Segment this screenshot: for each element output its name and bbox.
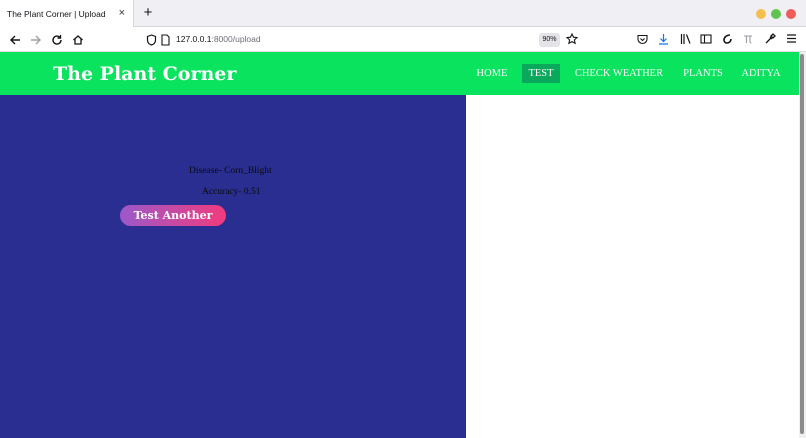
page-scrollbar[interactable] (799, 52, 806, 438)
url-path: :8000/upload (211, 34, 261, 44)
eyedropper-icon[interactable] (764, 33, 776, 45)
browser-tab-bar: The Plant Corner | Upload × + (0, 0, 806, 27)
zoom-level[interactable]: 90% (539, 33, 560, 47)
download-icon[interactable] (658, 33, 669, 45)
maximize-window-icon[interactable] (771, 9, 781, 19)
home-button[interactable] (70, 32, 86, 48)
site-header: The Plant Corner HOME TEST CHECK WEATHER… (0, 52, 799, 95)
accuracy-result: Accuracy- 0.51 (202, 187, 261, 197)
library-icon[interactable] (680, 33, 692, 45)
address-bar[interactable]: 127.0.0.1:8000/upload (140, 29, 582, 50)
reload-icon (52, 35, 62, 45)
reload-button[interactable] (49, 32, 65, 48)
close-tab-icon[interactable]: × (119, 7, 125, 19)
nav-plants[interactable]: PLANTS (680, 64, 726, 83)
close-window-icon[interactable] (786, 9, 796, 19)
arrow-left-icon (10, 35, 20, 45)
shield-icon[interactable] (146, 34, 157, 46)
bookmark-star-icon[interactable] (566, 33, 578, 45)
page-icon[interactable] (161, 34, 170, 46)
arrow-right-icon (31, 35, 41, 45)
pi-extension-icon[interactable] (742, 33, 754, 45)
forward-button[interactable] (28, 32, 44, 48)
nav-home[interactable]: HOME (472, 64, 512, 83)
site-brand[interactable]: The Plant Corner (53, 62, 236, 86)
minimize-window-icon[interactable] (756, 9, 766, 19)
back-button[interactable] (7, 32, 23, 48)
sidebar-icon[interactable] (700, 33, 712, 45)
nav-aditya[interactable]: ADITYA (738, 64, 784, 83)
scrollbar-thumb[interactable] (800, 54, 804, 434)
tab-title: The Plant Corner | Upload (7, 8, 106, 19)
test-another-button[interactable]: Test Another (120, 205, 226, 226)
browser-tab[interactable]: The Plant Corner | Upload × (0, 0, 134, 27)
url-host: 127.0.0.1 (176, 34, 212, 44)
image-panel (466, 95, 799, 438)
menu-icon[interactable] (786, 33, 797, 44)
nav-check-weather[interactable]: CHECK WEATHER (571, 64, 667, 83)
nav-test[interactable]: TEST (522, 64, 560, 83)
disease-result: Disease- Corn_Blight (189, 166, 272, 176)
extension-icon[interactable] (721, 33, 733, 45)
pocket-icon[interactable] (637, 34, 648, 45)
result-panel: Disease- Corn_Blight Accuracy- 0.51 (0, 95, 466, 438)
home-icon (73, 35, 83, 45)
url-text: 127.0.0.1:8000/upload (176, 32, 261, 47)
browser-navigation-bar: 127.0.0.1:8000/upload (0, 27, 806, 52)
new-tab-button[interactable]: + (139, 4, 157, 22)
